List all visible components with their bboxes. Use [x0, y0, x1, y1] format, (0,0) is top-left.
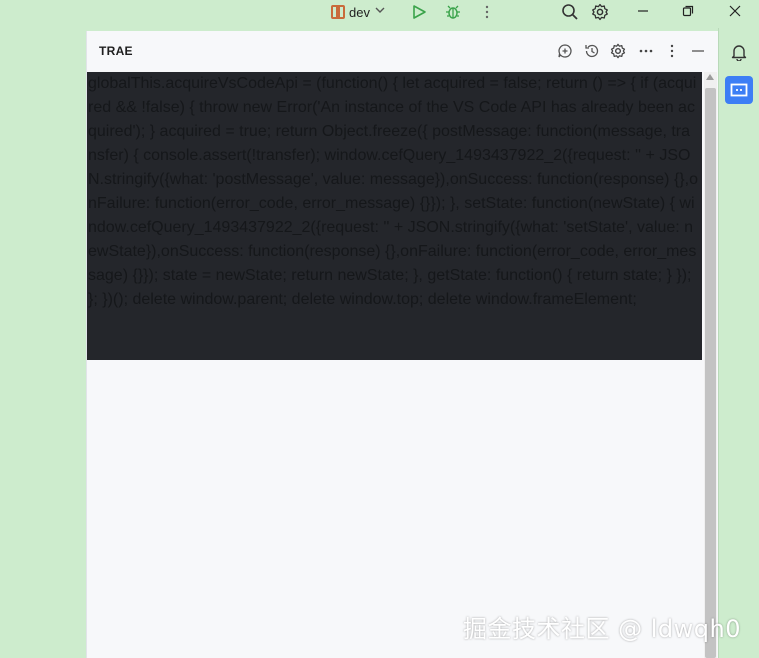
panel-minimize-button[interactable] — [688, 41, 708, 61]
editor-area-background — [0, 28, 86, 658]
window-restore-button[interactable] — [677, 0, 699, 22]
window-minimize-button[interactable] — [632, 0, 654, 22]
window-close-button[interactable] — [724, 0, 746, 22]
run-icon — [413, 5, 426, 19]
run-config-label: dev — [349, 4, 370, 20]
restore-icon — [682, 5, 694, 17]
history-button[interactable] — [582, 41, 602, 61]
titlebar-more-button[interactable] — [478, 1, 496, 23]
panel-more-button[interactable] — [636, 41, 656, 61]
history-icon — [585, 44, 599, 58]
settings-button[interactable] — [588, 0, 612, 24]
debug-icon — [446, 5, 460, 19]
new-chat-button[interactable] — [555, 41, 575, 61]
panel-settings-button[interactable] — [608, 41, 628, 61]
run-config-icon — [331, 5, 345, 19]
search-icon — [562, 4, 578, 20]
panel-title: TRAE — [99, 44, 133, 58]
more-vertical-icon — [485, 5, 489, 19]
settings-icon — [592, 3, 608, 21]
panel-options-button[interactable] — [662, 41, 682, 61]
injected-script-text: globalThis.acquireVsCodeApi = (function(… — [87, 72, 702, 360]
run-button[interactable] — [408, 1, 430, 23]
watermark: 掘金技术社区 @ ldwqh0 — [463, 615, 742, 643]
chevron-down-icon — [374, 3, 386, 21]
vertical-scrollbar[interactable] — [704, 72, 717, 658]
settings-icon — [610, 43, 626, 59]
minimize-icon — [638, 10, 648, 12]
close-icon — [729, 5, 741, 17]
notifications-icon — [731, 45, 747, 61]
new-chat-icon — [558, 44, 572, 58]
notifications-button[interactable] — [725, 38, 753, 66]
run-config-selector[interactable]: dev — [331, 2, 386, 22]
trae-panel: TRAE globalThis.acquireVsCodeApi = (func… — [86, 31, 718, 658]
right-tool-strip — [718, 28, 759, 658]
search-button[interactable] — [558, 0, 582, 24]
scroll-up-arrow-icon[interactable] — [706, 74, 714, 80]
panel-header: TRAE — [87, 31, 719, 71]
trae-chat-icon — [730, 83, 748, 97]
trae-chat-button[interactable] — [725, 76, 753, 104]
more-vertical-icon — [670, 44, 674, 58]
more-horizontal-icon — [639, 49, 653, 53]
title-bar: dev — [0, 0, 759, 28]
scrollbar-thumb[interactable] — [705, 88, 716, 658]
debug-button[interactable] — [442, 1, 464, 23]
minimize-icon — [692, 50, 704, 52]
